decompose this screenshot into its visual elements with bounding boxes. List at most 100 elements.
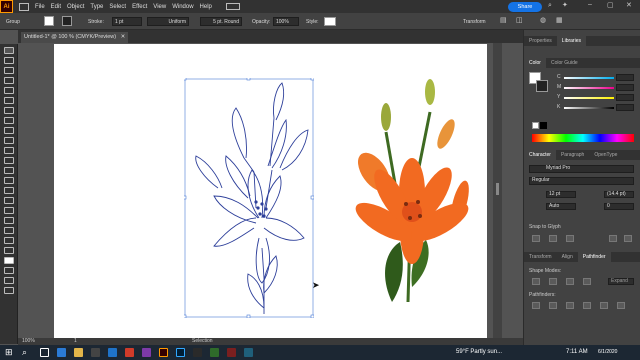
tab-align[interactable]: Align: [557, 254, 578, 260]
artboard-tool-icon[interactable]: [4, 227, 14, 234]
width-tool-icon[interactable]: [4, 157, 14, 164]
tab-paragraph[interactable]: Paragraph: [556, 152, 589, 158]
color-mode-icon[interactable]: [4, 267, 14, 274]
vertical-scrollbar[interactable]: [493, 43, 502, 338]
hand-tool-icon[interactable]: [4, 237, 14, 244]
app-icon[interactable]: [142, 348, 151, 357]
brush-tool-icon[interactable]: [4, 87, 14, 94]
black-slider[interactable]: [564, 107, 614, 109]
fill-stroke-icon[interactable]: [4, 257, 14, 264]
photoshop-taskbar-icon[interactable]: [176, 348, 185, 357]
graphic-style-swatch[interactable]: [324, 17, 336, 26]
scroll-thumb[interactable]: [496, 183, 499, 195]
rotate-tool-icon[interactable]: [4, 127, 14, 134]
cyan-slider[interactable]: [564, 77, 614, 79]
crop-icon[interactable]: [583, 302, 591, 309]
task-view-icon[interactable]: [40, 348, 49, 357]
app2-icon[interactable]: [193, 348, 202, 357]
intersect-icon[interactable]: [566, 278, 574, 285]
menu-object[interactable]: Object: [67, 4, 84, 10]
eraser-tool-icon[interactable]: [4, 137, 14, 144]
kerning-field[interactable]: Auto: [546, 203, 576, 210]
tab-libraries[interactable]: Libraries: [556, 36, 586, 46]
snap-proximity-icon[interactable]: [609, 235, 617, 242]
tab-transform[interactable]: Transform: [524, 254, 557, 260]
menu-type[interactable]: Type: [90, 4, 103, 10]
black-field[interactable]: [616, 104, 634, 111]
minimize-icon[interactable]: –: [588, 1, 592, 8]
chrome-icon[interactable]: [125, 348, 134, 357]
eyedropper-tool-icon[interactable]: [4, 187, 14, 194]
lily-photo[interactable]: [340, 72, 476, 312]
snap-xheight-icon[interactable]: [549, 235, 557, 242]
minus-front-icon[interactable]: [549, 278, 557, 285]
home-icon[interactable]: [19, 2, 29, 11]
font-size-field[interactable]: 12 pt: [546, 191, 576, 198]
curvature-tool-icon[interactable]: [4, 77, 14, 84]
isolate-icon[interactable]: ◫: [516, 16, 523, 24]
tab-color-guide[interactable]: Color Guide: [546, 60, 583, 66]
menu-view[interactable]: View: [153, 4, 166, 10]
tracking-field[interactable]: 0: [604, 203, 634, 210]
none-swatch[interactable]: [532, 122, 539, 129]
arrange-icon[interactable]: ▦: [556, 16, 563, 24]
illustrator-taskbar-icon[interactable]: [159, 348, 168, 357]
font-family-field[interactable]: Myriad Pro: [529, 165, 634, 173]
exclude-icon[interactable]: [583, 278, 591, 285]
menu-file[interactable]: File: [35, 4, 45, 10]
expand-button[interactable]: Expand: [608, 278, 634, 285]
menu-edit[interactable]: Edit: [51, 4, 61, 10]
stroke-weight-field[interactable]: 1 pt: [112, 17, 142, 26]
maximize-icon[interactable]: ▢: [607, 1, 614, 9]
brush-definition[interactable]: 5 pt. Round: [200, 17, 242, 26]
minus-back-icon[interactable]: [617, 302, 625, 309]
recolor-icon[interactable]: ◍: [540, 16, 546, 24]
merge-icon[interactable]: [566, 302, 574, 309]
unite-icon[interactable]: [532, 278, 540, 285]
tab-pathfinder[interactable]: Pathfinder: [577, 252, 611, 262]
magenta-slider[interactable]: [564, 87, 614, 89]
menu-select[interactable]: Select: [109, 4, 126, 10]
scale-tool-icon[interactable]: [4, 147, 14, 154]
app4-icon[interactable]: [227, 348, 236, 357]
opacity-field[interactable]: 100%: [273, 17, 299, 26]
tab-opentype[interactable]: OpenType: [589, 152, 622, 158]
transform-button[interactable]: Transform: [460, 17, 490, 26]
divide-icon[interactable]: [532, 302, 540, 309]
gradient-tool-icon[interactable]: [4, 177, 14, 184]
shape-builder-tool-icon[interactable]: [4, 167, 14, 174]
file-explorer-icon[interactable]: [74, 348, 83, 357]
weather-status[interactable]: 59°F Partly sun...: [456, 349, 502, 355]
edge-icon[interactable]: [57, 348, 66, 357]
selection-tool-icon[interactable]: [4, 47, 14, 54]
workspace-switcher-icon[interactable]: [226, 3, 240, 10]
variable-width-profile[interactable]: Uniform: [147, 17, 189, 26]
app3-icon[interactable]: [210, 348, 219, 357]
close-tab-icon[interactable]: ✕: [121, 34, 126, 40]
mail-icon[interactable]: [108, 348, 117, 357]
font-style-field[interactable]: Regular: [529, 177, 634, 185]
discover-icon[interactable]: ✦: [562, 1, 568, 9]
zoom-tool-icon[interactable]: [4, 247, 14, 254]
pen-tool-icon[interactable]: [4, 67, 14, 74]
line-tool-icon[interactable]: [4, 107, 14, 114]
snap-glyph-bounds-icon[interactable]: [566, 235, 574, 242]
store-icon[interactable]: [91, 348, 100, 357]
cyan-field[interactable]: [616, 74, 634, 81]
artboard[interactable]: ➤: [54, 44, 487, 339]
graph-tool-icon[interactable]: [4, 217, 14, 224]
trim-icon[interactable]: [549, 302, 557, 309]
tab-properties[interactable]: Properties: [524, 38, 557, 44]
screen-mode-icon[interactable]: [4, 277, 14, 284]
menu-help[interactable]: Help: [200, 4, 212, 10]
yellow-slider[interactable]: [564, 97, 614, 99]
menu-window[interactable]: Window: [172, 4, 193, 10]
app5-icon[interactable]: [244, 348, 253, 357]
leading-field[interactable]: (14.4 pt): [604, 191, 634, 198]
direct-selection-tool-icon[interactable]: [4, 57, 14, 64]
document-tab[interactable]: Untitled-1* @ 100 % (CMYK/Preview) ✕: [21, 32, 129, 43]
edit-toolbar-icon[interactable]: [4, 287, 14, 294]
menu-effect[interactable]: Effect: [132, 4, 147, 10]
align-icon[interactable]: ▤: [500, 16, 507, 24]
fill-swatch[interactable]: [44, 16, 54, 26]
